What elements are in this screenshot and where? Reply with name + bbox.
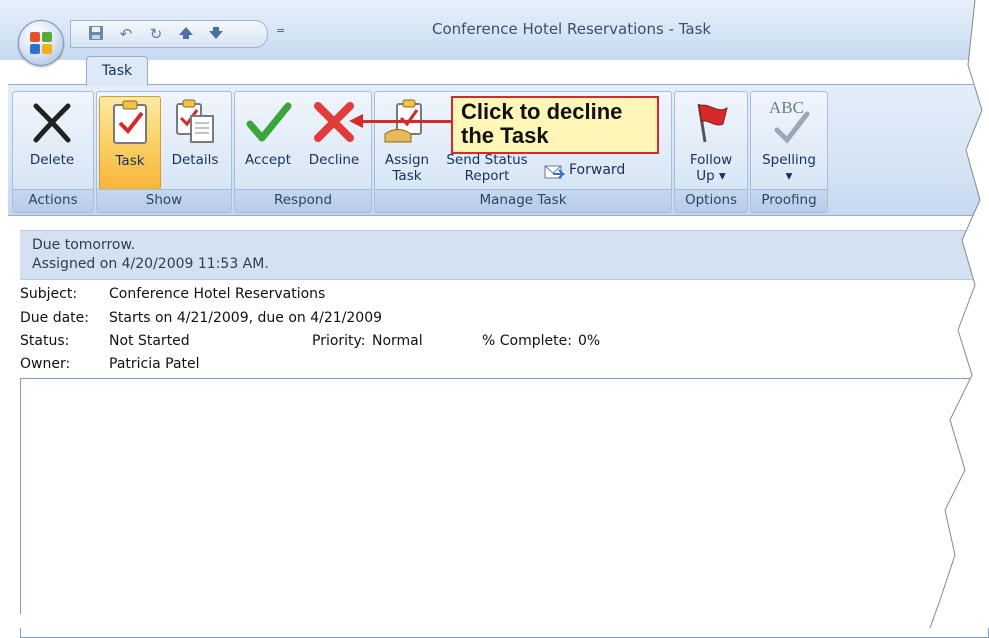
percent-complete-value: 0% xyxy=(578,333,601,349)
status-label: Status: xyxy=(20,333,70,349)
details-button[interactable]: Details xyxy=(163,96,227,188)
send-line2: Report xyxy=(464,168,510,184)
callout-arrow-line xyxy=(360,120,452,123)
follow-up-button[interactable]: Follow Up ▾ xyxy=(679,96,743,188)
spelling-label: Spelling ▾ xyxy=(755,152,823,184)
decline-label: Decline xyxy=(308,152,360,168)
priority-label: Priority: xyxy=(312,333,366,349)
callout-line1: Click to decline xyxy=(461,99,623,124)
window-title: Conference Hotel Reservations - Task xyxy=(432,20,712,38)
forward-icon xyxy=(544,165,565,179)
status-value: Not Started xyxy=(109,333,190,349)
info-bar: Due tomorrow. Assigned on 4/20/2009 11:5… xyxy=(20,230,989,280)
undo-icon[interactable]: ↶ xyxy=(117,25,135,43)
group-proofing: ABC Spelling ▾ Proofing xyxy=(750,91,828,213)
follow-up-label: Follow Up ▾ xyxy=(679,152,743,184)
office-button[interactable] xyxy=(18,20,64,66)
spelling-drop: ▾ xyxy=(785,168,793,184)
group-options: Follow Up ▾ Options xyxy=(674,91,748,213)
spelling-button[interactable]: ABC Spelling ▾ xyxy=(755,96,823,188)
details-icon xyxy=(171,98,219,146)
delete-x-icon xyxy=(28,98,76,146)
group-label-proofing: Proofing xyxy=(751,189,827,212)
customize-qat-dropdown[interactable]: = xyxy=(276,24,285,37)
group-label-options: Options xyxy=(675,189,747,212)
assign-line1: Assign xyxy=(384,152,430,168)
subject-value: Conference Hotel Reservations xyxy=(109,286,326,302)
save-icon[interactable] xyxy=(87,25,105,43)
task-view-button[interactable]: Task xyxy=(99,96,161,190)
forward-label: Forward xyxy=(569,162,626,178)
tab-task[interactable]: Task xyxy=(86,56,148,86)
assign-line2: Task xyxy=(392,168,422,184)
owner-value: Patricia Patel xyxy=(109,356,200,372)
quick-access-toolbar: ↶ ↻ xyxy=(70,20,268,48)
subject-label: Subject: xyxy=(20,286,78,302)
group-respond: Accept Decline Respond xyxy=(234,91,372,213)
send-line1: Send Status xyxy=(446,152,528,168)
info-assigned-text: Assigned on 4/20/2009 11:53 AM. xyxy=(32,256,269,272)
priority-value: Normal xyxy=(372,333,423,349)
task-view-label: Task xyxy=(115,153,145,169)
follow-line1: Follow xyxy=(689,152,733,168)
group-label-respond: Respond xyxy=(235,189,371,212)
callout-line2: the Task xyxy=(461,123,549,148)
task-body-textarea[interactable] xyxy=(20,378,989,638)
group-actions: Delete Actions xyxy=(12,91,94,213)
send-status-label: Send Status Report xyxy=(439,152,535,184)
redo-icon[interactable]: ↻ xyxy=(147,25,165,43)
info-due-text: Due tomorrow. xyxy=(32,237,136,253)
delete-label: Delete xyxy=(29,152,75,168)
accept-label: Accept xyxy=(244,152,291,168)
details-label: Details xyxy=(171,152,219,168)
office-logo-icon xyxy=(30,32,52,54)
group-show: Task Details Show xyxy=(96,91,232,213)
accept-checkmark-icon xyxy=(244,98,292,146)
delete-button[interactable]: Delete xyxy=(16,96,88,188)
group-label-show: Show xyxy=(97,189,231,212)
group-label-actions: Actions xyxy=(13,189,93,212)
group-label-manage-task: Manage Task xyxy=(375,189,671,212)
callout-arrow-head xyxy=(349,114,363,128)
assign-task-button[interactable]: Assign Task xyxy=(377,96,437,188)
accept-button[interactable]: Accept xyxy=(237,96,299,188)
spelling-abc-icon: ABC xyxy=(765,98,813,146)
assign-task-label: Assign Task xyxy=(377,152,437,184)
due-date-value: Starts on 4/21/2009, due on 4/21/2009 xyxy=(109,310,383,326)
owner-label: Owner: xyxy=(20,356,71,372)
percent-complete-label: % Complete: xyxy=(482,333,572,349)
callout-box: Click to decline the Task xyxy=(451,96,659,154)
follow-line2: Up ▾ xyxy=(696,168,726,184)
follow-up-flag-icon xyxy=(687,98,735,146)
next-item-icon[interactable] xyxy=(207,25,225,43)
due-date-label: Due date: xyxy=(20,310,90,326)
status-row: Status: Not Started Priority: Normal % C… xyxy=(20,333,720,353)
previous-item-icon[interactable] xyxy=(177,25,195,43)
decline-button[interactable]: Decline xyxy=(301,96,367,188)
spelling-line1: Spelling xyxy=(762,152,816,168)
forward-button[interactable]: Forward xyxy=(541,158,665,188)
task-clipboard-icon xyxy=(106,99,154,147)
